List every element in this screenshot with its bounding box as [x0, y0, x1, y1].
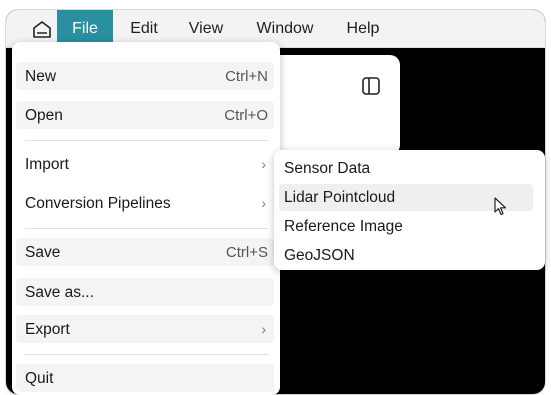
menu-item-label: Import	[25, 156, 69, 173]
menu-item-open[interactable]: Open Ctrl+O	[16, 101, 274, 129]
menu-item-conversion-pipelines[interactable]: Conversion Pipelines ›	[12, 189, 280, 217]
menu-item-label: Conversion Pipelines	[25, 195, 171, 212]
mouse-pointer-icon	[494, 197, 507, 216]
menu-separator	[25, 354, 268, 355]
menu-item-label: Quit	[25, 370, 54, 387]
chevron-right-icon: ›	[261, 321, 266, 337]
submenu-item-label: GeoJSON	[284, 247, 355, 264]
menu-item-label: Open	[25, 107, 63, 124]
menu-separator	[25, 228, 268, 229]
submenu-item-label: Sensor Data	[284, 160, 371, 177]
submenu-item-label: Lidar Pointcloud	[284, 189, 396, 206]
submenu-item-reference-image[interactable]: Reference Image	[279, 213, 533, 240]
menu-item-label: New	[25, 68, 57, 85]
menu-item-label: Export	[25, 321, 70, 338]
menu-separator	[25, 140, 268, 141]
file-menu-dropdown: New Ctrl+N Open Ctrl+O Import › Conversi…	[12, 42, 280, 395]
side-panel	[276, 55, 400, 155]
chevron-right-icon: ›	[261, 156, 266, 172]
menu-item-import[interactable]: Import ›	[12, 150, 280, 178]
chevron-right-icon: ›	[261, 195, 266, 211]
shortcut-label: Ctrl+S	[225, 244, 268, 261]
submenu-item-sensor-data[interactable]: Sensor Data	[279, 155, 533, 182]
menu-item-new[interactable]: New Ctrl+N	[16, 62, 274, 90]
submenu-item-label: Reference Image	[284, 218, 403, 235]
menu-help[interactable]: Help	[339, 10, 387, 47]
menu-item-label: Save	[25, 244, 61, 261]
menu-item-save-as[interactable]: Save as...	[16, 278, 274, 306]
shortcut-label: Ctrl+O	[224, 107, 268, 124]
submenu-item-geojson[interactable]: GeoJSON	[279, 242, 533, 269]
shortcut-label: Ctrl+N	[225, 68, 268, 85]
menu-item-save[interactable]: Save Ctrl+S	[16, 238, 274, 266]
menu-item-quit[interactable]: Quit	[16, 364, 274, 392]
sidebar-toggle-icon[interactable]	[362, 77, 380, 95]
menu-item-label: Save as...	[25, 284, 94, 301]
menu-item-export[interactable]: Export ›	[16, 315, 274, 343]
home-icon[interactable]	[32, 20, 52, 38]
